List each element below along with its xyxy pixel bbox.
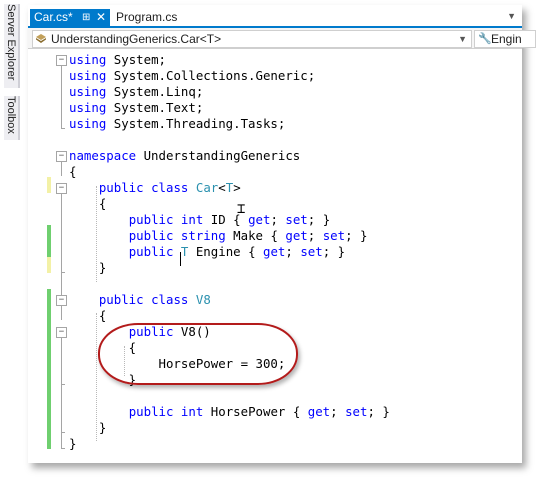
code-line[interactable]: public class V8 [69, 292, 211, 308]
collapse-icon[interactable]: − [56, 55, 67, 66]
highlight-ellipse [98, 323, 298, 385]
outline-line [61, 162, 62, 176]
tab-dropdown-icon[interactable]: ▼ [507, 11, 516, 21]
type-selector[interactable]: UnderstandingGenerics.Car<T> ▼ [32, 30, 472, 48]
code-area[interactable]: − − − − − using System; using System.Coll… [28, 49, 522, 463]
text-caret [180, 252, 181, 266]
toolbox-tab[interactable]: Toolbox [4, 96, 20, 140]
tab-car-cs[interactable]: Car.cs* ⊞ ✕ [30, 9, 110, 26]
tab-label: Program.cs [116, 10, 178, 24]
side-panel: Server Explorer Toolbox [0, 0, 24, 478]
code-editor-window: Car.cs* ⊞ ✕ Program.cs ▼ UnderstandingGe… [28, 5, 536, 463]
document-tab-row: Car.cs* ⊞ ✕ Program.cs ▼ [28, 5, 522, 28]
collapse-icon[interactable]: − [56, 327, 67, 338]
code-line[interactable]: public T Engine { get; set; } [69, 244, 345, 260]
code-line[interactable]: using System.Text; [69, 100, 203, 116]
code-line[interactable]: using System.Linq; [69, 84, 203, 100]
navigation-bar: UnderstandingGenerics.Car<T> ▼ 🔧 Engin [28, 28, 536, 49]
member-selector-value: Engin [491, 32, 522, 46]
code-line[interactable]: public int HorsePower { get; set; } [69, 404, 390, 420]
code-line[interactable]: using System; [69, 52, 166, 68]
change-marker [47, 289, 51, 449]
code-line[interactable]: public int ID { get; set; } [69, 212, 330, 228]
change-marker [47, 177, 51, 193]
code-line[interactable]: { [69, 196, 106, 212]
code-line[interactable]: namespace UnderstandingGenerics [69, 148, 300, 164]
outline-line [61, 385, 62, 433]
outline-line [61, 66, 62, 128]
close-icon[interactable]: ✕ [96, 9, 106, 26]
code-line[interactable]: public string Make { get; set; } [69, 228, 368, 244]
tab-program-cs[interactable]: Program.cs [116, 9, 177, 26]
outline-end [61, 448, 65, 449]
collapse-icon[interactable]: − [56, 183, 67, 194]
outline-line [61, 306, 62, 320]
outline-end [61, 128, 65, 129]
tab-edge [18, 4, 20, 88]
pin-icon[interactable]: ⊞ [82, 9, 90, 26]
wrench-icon: 🔧 [478, 33, 492, 45]
member-selector[interactable]: 🔧 Engin [474, 30, 536, 48]
tab-label: Car.cs* [34, 10, 73, 24]
code-line[interactable]: using System.Threading.Tasks; [69, 116, 285, 132]
type-selector-value: UnderstandingGenerics.Car<T> [51, 32, 222, 46]
outline-line [61, 433, 62, 449]
code-line[interactable]: using System.Collections.Generic; [69, 68, 315, 84]
server-explorer-label: Server Explorer [5, 4, 17, 81]
code-line[interactable]: } [69, 436, 76, 452]
code-line[interactable]: } [69, 420, 106, 436]
server-explorer-tab[interactable]: Server Explorer [4, 4, 20, 88]
code-line[interactable]: { [69, 308, 106, 324]
collapse-icon[interactable]: − [56, 151, 67, 162]
code-line[interactable]: } [69, 260, 106, 276]
change-marker [47, 257, 51, 273]
code-line[interactable]: { [69, 164, 76, 180]
toolbox-label: Toolbox [5, 96, 17, 134]
change-marker [47, 225, 51, 257]
editor-gutter: − − − − − [28, 49, 67, 463]
collapse-icon[interactable]: − [56, 295, 67, 306]
code-line[interactable]: public class Car<T> [69, 180, 241, 196]
outline-line [61, 194, 62, 272]
tab-edge [18, 96, 20, 140]
chevron-down-icon[interactable]: ▼ [458, 31, 467, 47]
ibeam-cursor-icon: ⌶ [237, 201, 246, 217]
outline-line [61, 338, 62, 384]
class-icon [36, 34, 46, 43]
